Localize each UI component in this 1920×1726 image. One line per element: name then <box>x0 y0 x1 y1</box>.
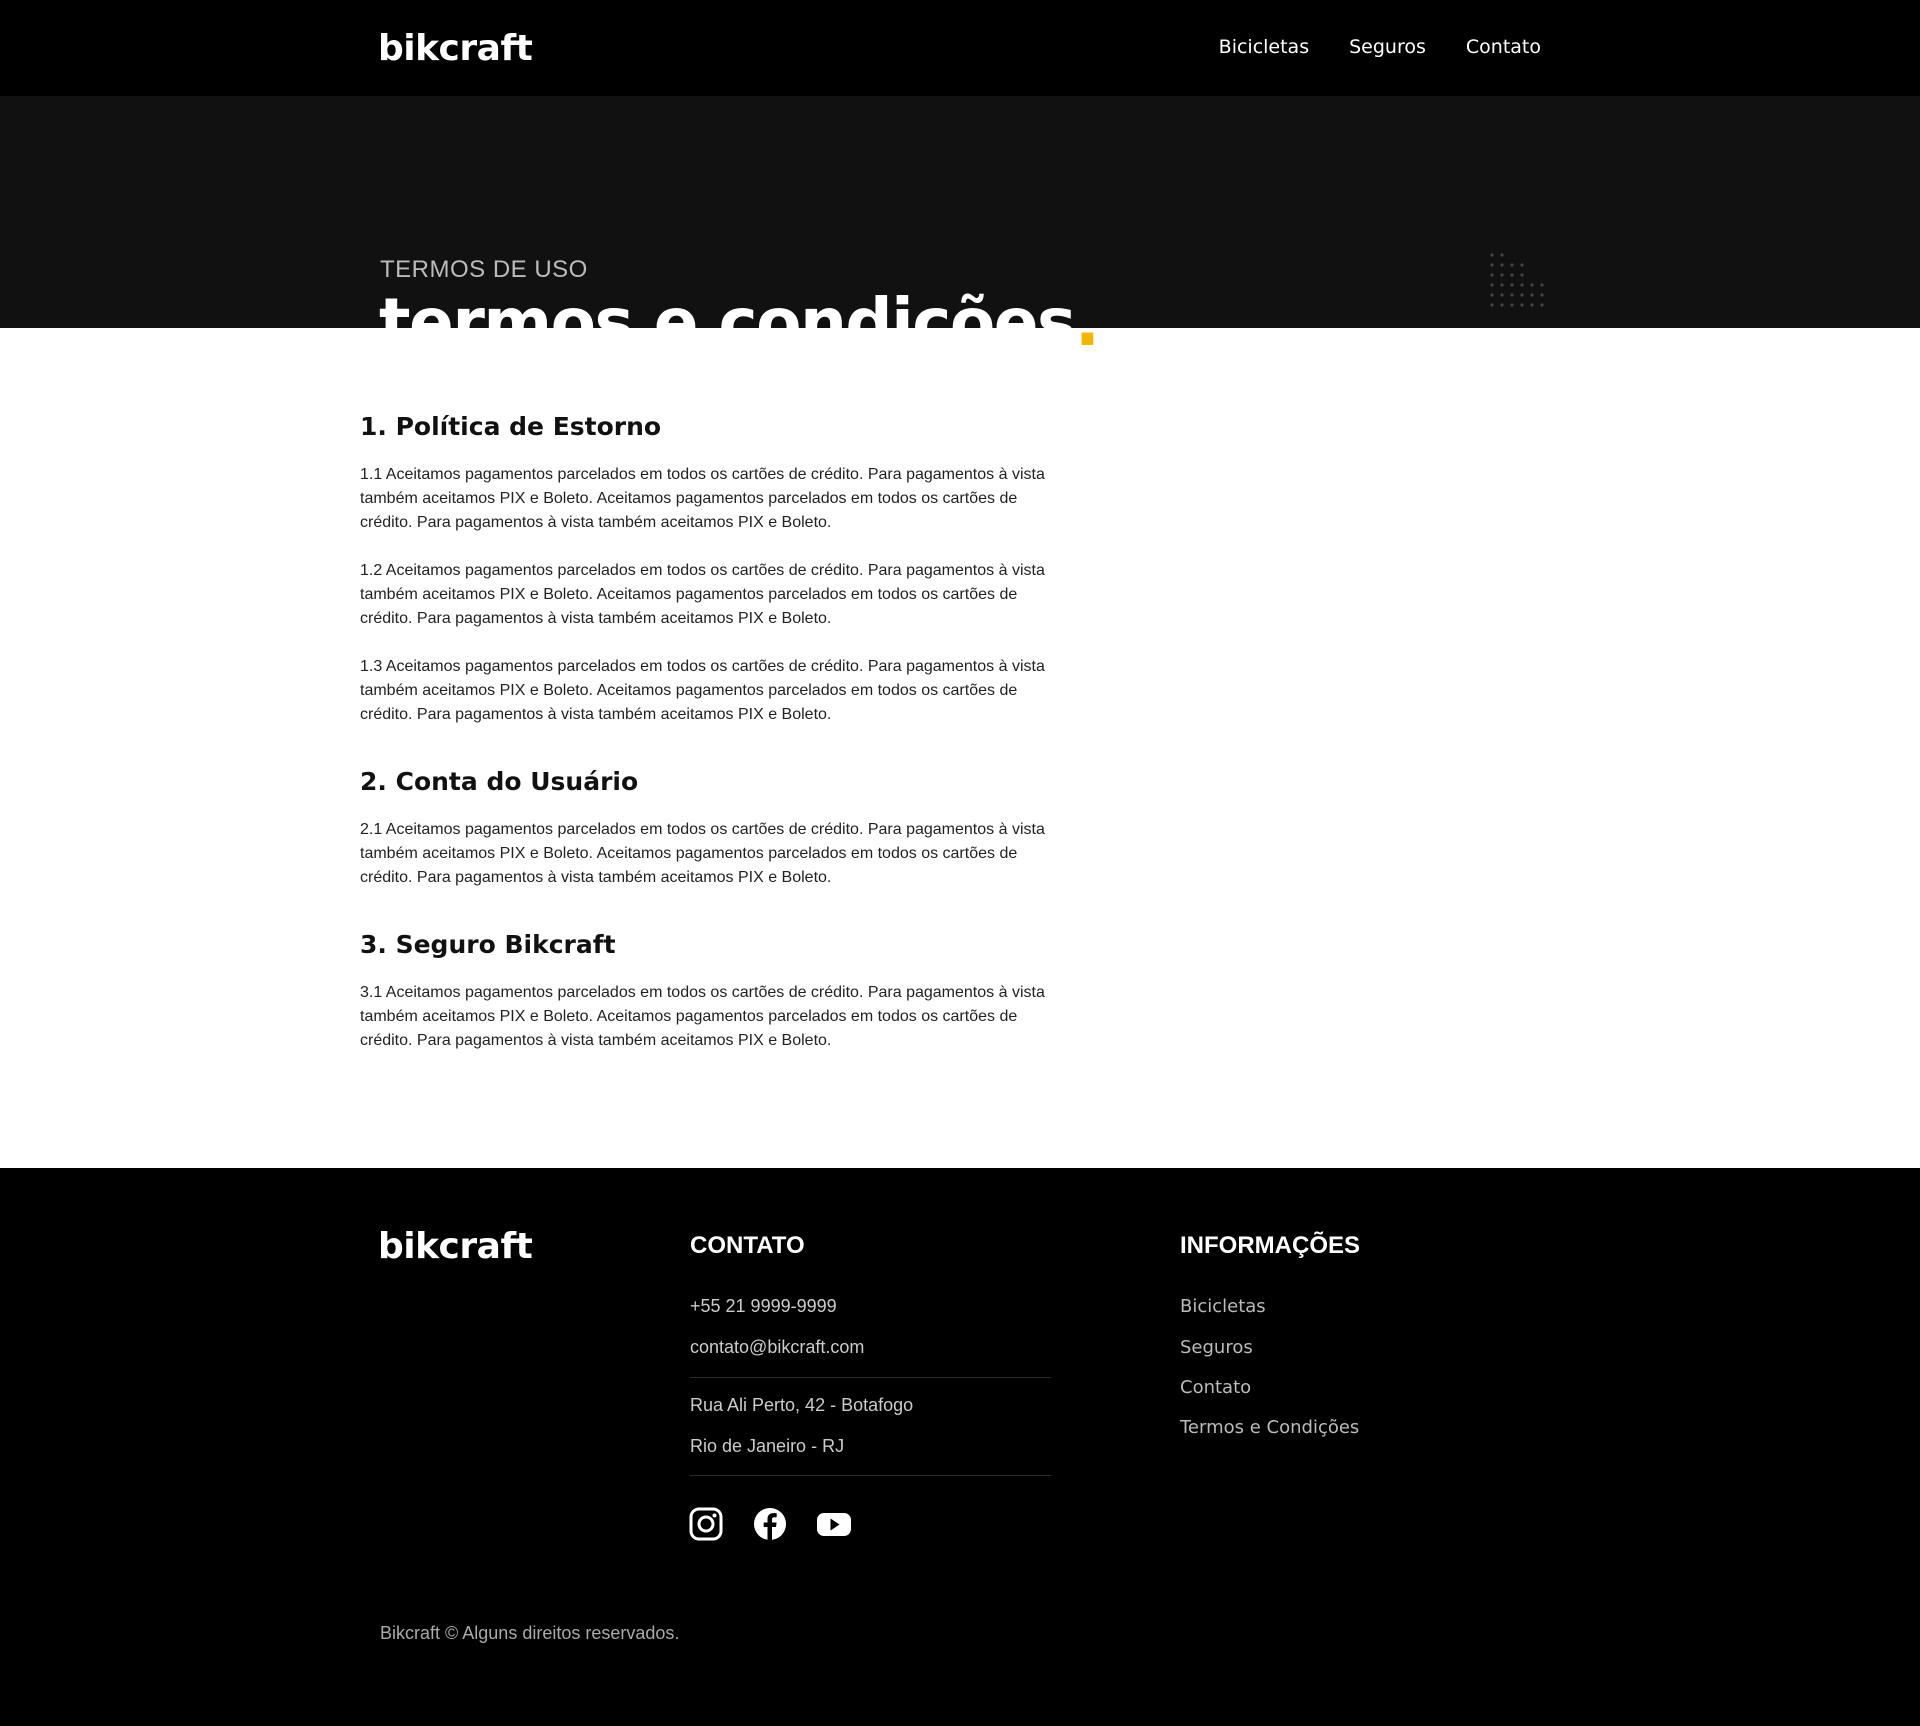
dots-pattern-icon <box>1490 253 1544 307</box>
paragraph: 1.3 Aceitamos pagamentos parcelados em t… <box>360 658 1045 723</box>
section-title: 2. Conta do Usuário <box>360 767 639 796</box>
footer-address-line2: Rio de Janeiro - RJ <box>690 1436 845 1456</box>
nav-link-bicicletas[interactable]: Bicicletas <box>1219 36 1309 58</box>
title-accent-dot: . <box>1074 284 1100 361</box>
footer-contact-title: CONTATO <box>690 1232 805 1259</box>
footer-info-title: INFORMAÇÕES <box>1180 1232 1360 1259</box>
paragraph: 2.1 Aceitamos pagamentos parcelados em t… <box>360 821 1045 886</box>
paragraph: 3.1 Aceitamos pagamentos parcelados em t… <box>360 984 1045 1049</box>
logo[interactable]: bikcraft <box>378 28 533 69</box>
youtube-icon[interactable] <box>816 1506 852 1542</box>
page-title-text: termos e condições <box>379 284 1076 361</box>
page-subtitle: TERMOS DE USO <box>380 256 588 283</box>
footer-divider <box>690 1377 1051 1378</box>
footer-link-contato[interactable]: Contato <box>1180 1377 1251 1398</box>
nav-link-seguros[interactable]: Seguros <box>1349 36 1426 58</box>
footer-copyright: Bikcraft © Alguns direitos reservados. <box>380 1623 680 1643</box>
paragraph: 1.2 Aceitamos pagamentos parcelados em t… <box>360 562 1045 627</box>
terms-content: 1. Política de Estorno 1.1 Aceitamos pag… <box>360 412 1052 1053</box>
footer-divider <box>690 1475 1051 1476</box>
footer-link-termos[interactable]: Termos e Condições <box>1180 1417 1359 1438</box>
footer-phone[interactable]: +55 21 9999-9999 <box>690 1296 837 1317</box>
section-title: 1. Política de Estorno <box>360 412 662 441</box>
footer-address-line1: Rua Ali Perto, 42 - Botafogo <box>690 1395 914 1415</box>
nav-link-contato[interactable]: Contato <box>1466 36 1541 58</box>
footer-link-seguros[interactable]: Seguros <box>1180 1337 1253 1358</box>
section-politica-estorno: 1. Política de Estorno 1.1 Aceitamos pag… <box>360 412 1052 727</box>
facebook-icon[interactable] <box>752 1506 788 1542</box>
section-seguro-bikcraft: 3. Seguro Bikcraft 3.1 Aceitamos pagamen… <box>360 930 1052 1053</box>
page-title: termos e condições. <box>379 284 1100 361</box>
footer-email[interactable]: contato@bikcraft.com <box>690 1337 864 1358</box>
section-title: 3. Seguro Bikcraft <box>360 930 616 959</box>
footer-link-bicicletas[interactable]: Bicicletas <box>1180 1296 1266 1317</box>
site-footer: bikcraft CONTATO +55 21 9999-9999 contat… <box>0 1168 1920 1726</box>
paragraph: 1.1 Aceitamos pagamentos parcelados em t… <box>360 466 1045 531</box>
footer-logo[interactable]: bikcraft <box>378 1226 533 1267</box>
site-header: bikcraft Bicicletas Seguros Contato <box>0 0 1920 96</box>
main-nav: Bicicletas Seguros Contato <box>1219 36 1541 58</box>
section-conta-usuario: 2. Conta do Usuário 2.1 Aceitamos pagame… <box>360 767 1052 890</box>
page-title-band: TERMOS DE USO termos e condições. <box>0 96 1920 361</box>
instagram-icon[interactable] <box>688 1506 724 1542</box>
